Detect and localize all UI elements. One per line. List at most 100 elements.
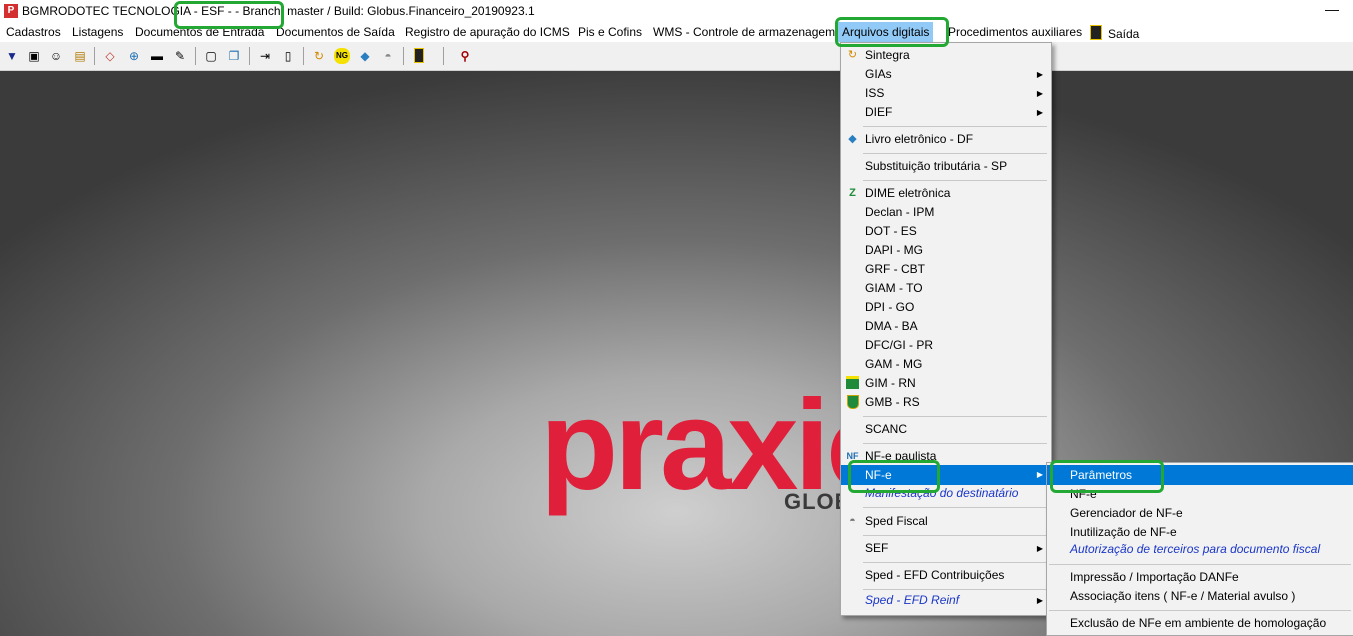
document-icon[interactable]: ▢ xyxy=(203,48,219,64)
toolbar-separator xyxy=(94,47,95,65)
submenu-item-associacao-itens[interactable]: Associação itens ( NF-e / Material avuls… xyxy=(1047,587,1353,606)
menu-item-sped-fiscal[interactable]: ◓ Sped Fiscal xyxy=(841,512,1051,531)
menu-item-gam[interactable]: GAM - MG xyxy=(841,355,1051,374)
menu-separator xyxy=(863,180,1047,181)
submenu-arrow-icon: ▶ xyxy=(1036,596,1043,605)
submenu-item-autorizacao-terceiros[interactable]: Autorização de terceiros para documento … xyxy=(1047,540,1353,559)
menu-registro-icms[interactable]: Registro de apuração do ICMS xyxy=(405,25,570,39)
flag-rs-icon xyxy=(845,395,860,410)
submenu-arrow-icon: ▶ xyxy=(1036,470,1043,479)
toolbar-separator xyxy=(249,47,250,65)
book-icon[interactable]: ◆ xyxy=(357,48,373,64)
menu-pis-cofins[interactable]: Pis e Cofins xyxy=(578,25,642,39)
menu-item-sintegra[interactable]: ↻ Sintegra xyxy=(841,46,1051,65)
search-icon[interactable]: ⚲ xyxy=(457,48,473,64)
menu-item-gias[interactable]: GIAs ▶ xyxy=(841,65,1051,84)
menu-separator xyxy=(1049,564,1351,565)
menu-item-dapi[interactable]: DAPI - MG xyxy=(841,241,1051,260)
menu-item-scanc[interactable]: SCANC xyxy=(841,420,1051,439)
menu-separator xyxy=(863,153,1047,154)
menu-arquivos-digitais[interactable]: Arquivos digitais xyxy=(838,22,934,42)
menu-item-giam[interactable]: GIAM - TO xyxy=(841,279,1051,298)
submenu-item-impressao-danfe[interactable]: Impressão / Importação DANFe xyxy=(1047,568,1353,587)
nfe-sp-icon: NF xyxy=(846,451,859,461)
submenu-item-parametros[interactable]: Parâmetros xyxy=(1047,465,1353,485)
folder-icon[interactable]: ▤ xyxy=(72,48,88,64)
menu-item-dfc-gi[interactable]: DFC/GI - PR xyxy=(841,336,1051,355)
toolbar: ▼ ▣ ☺ ▤ ◇ ⊕ ▬ ✎ ▢ ❐ ⇥ ▯ ↻ NG ◆ ◓ ⚲ xyxy=(0,42,1353,71)
user-icon[interactable]: ☺ xyxy=(48,48,64,64)
submenu-item-exclusao-homologacao[interactable]: Exclusão de NFe em ambiente de homologaç… xyxy=(1047,614,1353,633)
menu-item-gmb[interactable]: GMB - RS xyxy=(841,393,1051,412)
menu-cadastros[interactable]: Cadastros xyxy=(6,25,61,39)
menu-item-gim[interactable]: GIM - RN xyxy=(841,374,1051,393)
menu-separator xyxy=(863,126,1047,127)
menu-item-efd-reinf[interactable]: Sped - EFD Reinf ▶ xyxy=(841,591,1051,610)
menu-item-manifestacao-destinatario[interactable]: Manifestação do destinatário xyxy=(841,484,1051,503)
menu-separator xyxy=(863,535,1047,536)
menu-item-efd-contribuicoes[interactable]: Sped - EFD Contribuições xyxy=(841,566,1051,585)
menu-item-dief[interactable]: DIEF ▶ xyxy=(841,103,1051,122)
ng-icon[interactable]: NG xyxy=(334,48,350,64)
menu-item-nfe[interactable]: NF-e ▶ xyxy=(841,465,1051,485)
toolbar-separator xyxy=(443,47,444,65)
menu-item-substituicao-tributaria[interactable]: Substituição tributária - SP xyxy=(841,157,1051,176)
title-bar: P BGMRODOTEC TECNOLOGIA - ESF - - Branch… xyxy=(0,0,1353,22)
submenu-arrow-icon: ▶ xyxy=(1036,544,1043,553)
page-icon[interactable]: ▯ xyxy=(280,48,296,64)
menu-item-livro-eletronico[interactable]: ◆ Livro eletrônico - DF xyxy=(841,130,1051,149)
menu-item-dot[interactable]: DOT - ES xyxy=(841,222,1051,241)
sped-icon: ◓ xyxy=(849,515,856,527)
flag-rn-icon xyxy=(845,376,860,391)
exit-icon[interactable] xyxy=(411,48,427,64)
arquivos-digitais-menu: ↻ Sintegra GIAs ▶ ISS ▶ DIEF ▶ ◆ Livro e… xyxy=(840,42,1052,616)
cart-icon[interactable]: ⊕ xyxy=(126,48,142,64)
menu-separator xyxy=(863,562,1047,563)
truck-icon[interactable]: ▬ xyxy=(149,48,165,64)
app-icon: P xyxy=(4,4,18,18)
window-icon[interactable]: ▣ xyxy=(26,48,42,64)
menu-item-grf[interactable]: GRF - CBT xyxy=(841,260,1051,279)
menu-item-iss[interactable]: ISS ▶ xyxy=(841,84,1051,103)
sintegra-icon: ↻ xyxy=(847,49,858,61)
window-title: BGMRODOTEC TECNOLOGIA - ESF - - Branch: … xyxy=(22,4,535,18)
shield-icon[interactable]: ◓ xyxy=(380,48,396,64)
down-arrow-icon[interactable]: ▼ xyxy=(4,48,20,64)
dime-icon: Z xyxy=(849,187,856,199)
book-icon: ◆ xyxy=(848,133,857,145)
menu-separator xyxy=(1049,610,1351,611)
copy-icon[interactable]: ❐ xyxy=(226,48,242,64)
menu-documentos-saida[interactable]: Documentos de Saída xyxy=(276,25,395,39)
menu-item-declan[interactable]: Declan - IPM xyxy=(841,203,1051,222)
menu-saida-label: Saída xyxy=(1108,27,1140,41)
menu-item-dpi[interactable]: DPI - GO xyxy=(841,298,1051,317)
menu-separator xyxy=(863,443,1047,444)
export-icon[interactable]: ⇥ xyxy=(257,48,273,64)
menu-item-dma[interactable]: DMA - BA xyxy=(841,317,1051,336)
menu-separator xyxy=(863,507,1047,508)
toolbar-separator xyxy=(195,47,196,65)
submenu-arrow-icon: ▶ xyxy=(1036,89,1043,98)
toolbar-separator xyxy=(403,47,404,65)
menu-bar: Cadastros Listagens Documentos de Entrad… xyxy=(0,22,1353,42)
menu-wms[interactable]: WMS - Controle de armazenagem xyxy=(653,25,835,39)
menu-listagens[interactable]: Listagens xyxy=(72,25,123,39)
menu-procedimentos-auxiliares[interactable]: Procedimentos auxiliares xyxy=(948,25,1082,39)
submenu-item-nfe[interactable]: NF-e xyxy=(1047,485,1353,504)
menu-item-dime[interactable]: Z DIME eletrônica xyxy=(841,184,1051,203)
menu-item-sef[interactable]: SEF ▶ xyxy=(841,539,1051,558)
tag-icon[interactable]: ◇ xyxy=(102,48,118,64)
submenu-item-gerenciador[interactable]: Gerenciador de NF-e xyxy=(1047,504,1353,523)
sintegra-icon[interactable]: ↻ xyxy=(311,48,327,64)
menu-separator xyxy=(863,589,1047,590)
submenu-arrow-icon: ▶ xyxy=(1036,70,1043,79)
minimize-button[interactable]: — xyxy=(1322,2,1342,18)
nfe-submenu: Parâmetros NF-e Gerenciador de NF-e Inut… xyxy=(1046,462,1353,636)
menu-separator xyxy=(863,416,1047,417)
note-icon[interactable]: ✎ xyxy=(172,48,188,64)
menu-documentos-entrada[interactable]: Documentos de Entrada xyxy=(135,25,264,39)
menu-saida[interactable]: Saída xyxy=(1090,25,1139,41)
exit-icon xyxy=(1090,25,1102,40)
submenu-arrow-icon: ▶ xyxy=(1036,108,1043,117)
menu-item-nfe-paulista[interactable]: NF NF-e paulista xyxy=(841,447,1051,466)
